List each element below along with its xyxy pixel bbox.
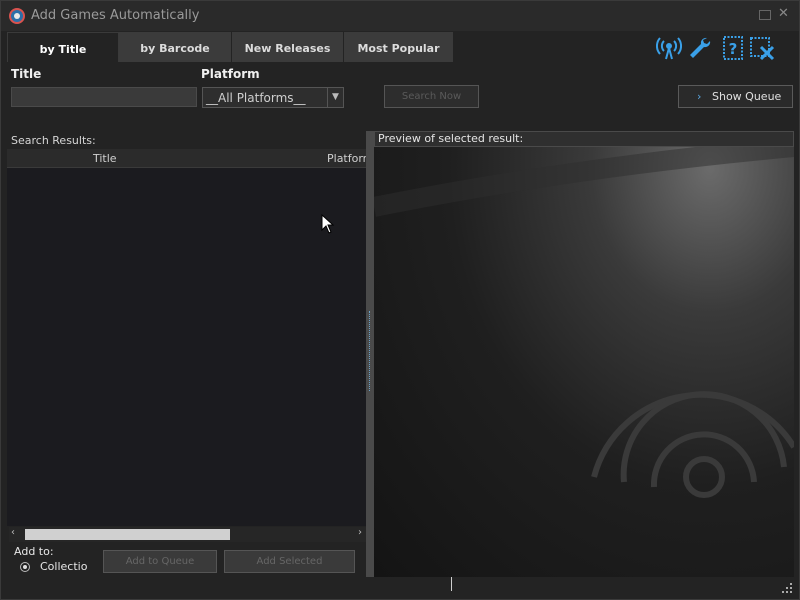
- add-to-queue-button[interactable]: Add to Queue: [103, 550, 217, 573]
- search-now-button[interactable]: Search Now: [384, 85, 479, 108]
- splitter-grip: [369, 311, 371, 391]
- platform-dropdown[interactable]: __All Platforms__ ▼: [202, 87, 344, 108]
- restore-button[interactable]: [759, 10, 771, 20]
- title-bar: Add Games Automatically ✕: [1, 1, 799, 31]
- app-logo-icon: [9, 8, 25, 24]
- scroll-left-icon[interactable]: ‹: [11, 527, 15, 538]
- search-results-list[interactable]: Title Platform: [7, 149, 366, 526]
- preview-image: [374, 147, 794, 577]
- background-logo-watermark: [374, 147, 794, 498]
- tab-new-releases[interactable]: New Releases: [232, 32, 344, 62]
- title-search-input[interactable]: [11, 87, 197, 107]
- title-label: Title: [11, 67, 42, 81]
- window-title: Add Games Automatically: [31, 8, 200, 23]
- add-games-window: Add Games Automatically ✕ by Title by Ba…: [0, 0, 800, 600]
- platform-selected-value: __All Platforms__: [206, 91, 306, 105]
- wireless-icon[interactable]: [656, 35, 682, 61]
- pane-splitter[interactable]: [366, 131, 374, 577]
- add-selected-button[interactable]: Add Selected: [224, 550, 355, 573]
- column-header-title[interactable]: Title: [93, 152, 117, 165]
- column-header-platform[interactable]: Platform: [327, 152, 366, 165]
- results-header: Title Platform: [7, 149, 366, 168]
- preview-label: Preview of selected result:: [374, 131, 794, 147]
- add-to-label: Add to:: [14, 545, 54, 558]
- show-queue-label: Show Queue: [712, 90, 782, 103]
- tab-by-barcode[interactable]: by Barcode: [119, 32, 232, 62]
- close-icon[interactable]: ✕: [778, 6, 790, 21]
- collection-radio[interactable]: [20, 562, 30, 572]
- tab-most-popular[interactable]: Most Popular: [344, 32, 454, 62]
- scroll-right-icon[interactable]: ›: [358, 527, 362, 538]
- results-horizontal-scrollbar[interactable]: ‹ ›: [9, 527, 366, 542]
- text-caret: [451, 577, 452, 591]
- wrench-icon[interactable]: [687, 35, 713, 61]
- search-results-label: Search Results:: [11, 134, 96, 147]
- chevron-right-icon: ›: [697, 90, 702, 103]
- show-queue-button[interactable]: › Show Queue: [678, 85, 793, 108]
- platform-label: Platform: [201, 67, 260, 81]
- help-icon[interactable]: ?: [720, 35, 746, 61]
- resize-grip-icon[interactable]: [780, 581, 794, 595]
- collection-radio-label[interactable]: Collection: [40, 560, 88, 573]
- svg-text:?: ?: [729, 40, 738, 58]
- chevron-down-icon[interactable]: ▼: [327, 88, 343, 107]
- mouse-cursor-icon: [321, 213, 335, 237]
- scrollbar-thumb[interactable]: [25, 529, 230, 540]
- close-window-icon[interactable]: [749, 35, 775, 61]
- tab-by-title[interactable]: by Title: [7, 32, 119, 62]
